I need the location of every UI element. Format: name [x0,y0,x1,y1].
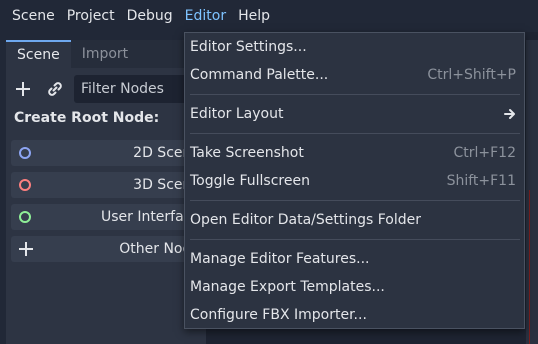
arrow-right-icon [504,109,515,119]
instance-scene-button[interactable] [42,74,68,104]
menu-item-configure-fbx-importer[interactable]: Configure FBX Importer... [185,301,524,329]
create-3d-scene-button[interactable]: 3D Scene [11,172,206,198]
menu-separator [190,200,520,201]
axis-line [529,190,530,344]
menu-separator [190,239,520,240]
menu-item-editor-layout[interactable]: Editor Layout [185,100,524,128]
scene-toolbar: Filter Nodes [6,74,206,104]
add-node-button[interactable] [10,74,36,104]
menu-item-manage-export-templates[interactable]: Manage Export Templates... [185,273,524,301]
scene-dock: Scene Import Filter Nodes Create Root No… [6,40,206,344]
node3d-icon [19,179,31,191]
menu-bar: Scene Project Debug Editor Help [0,0,538,32]
menu-item-shortcut: Ctrl+Shift+P [427,67,516,83]
menu-item-label: Editor Layout [190,106,284,122]
tab-import[interactable]: Import [71,40,139,68]
create-other-node-button[interactable]: Other Node [11,236,206,262]
tab-scene[interactable]: Scene [6,40,71,68]
menu-separator [190,94,520,95]
menu-editor[interactable]: Editor [179,0,232,32]
menu-item-label: Toggle Fullscreen [190,173,310,189]
menu-item-command-palette[interactable]: Command Palette... Ctrl+Shift+P [185,61,524,89]
link-icon [48,82,62,96]
menu-item-take-screenshot[interactable]: Take Screenshot Ctrl+F12 [185,139,524,167]
control-icon [19,211,31,223]
create-root-node-title: Create Root Node: [14,110,160,126]
menu-item-label: Editor Settings... [190,39,307,55]
dock-tabs: Scene Import [6,40,139,68]
menu-separator [190,133,520,134]
menu-item-label: Manage Export Templates... [190,279,385,295]
menu-item-shortcut: Ctrl+F12 [453,145,516,161]
menu-item-toggle-fullscreen[interactable]: Toggle Fullscreen Shift+F11 [185,167,524,195]
menu-item-label: Command Palette... [190,67,329,83]
create-user-interface-button[interactable]: User Interface [11,204,206,230]
viewport-edge [526,40,538,344]
editor-menu-dropdown: Editor Settings... Command Palette... Ct… [184,32,525,329]
menu-item-open-editor-data-folder[interactable]: Open Editor Data/Settings Folder [185,206,524,234]
node2d-icon [19,147,31,159]
create-2d-scene-button[interactable]: 2D Scene [11,140,206,166]
menu-item-label: Configure FBX Importer... [190,307,367,323]
menu-debug[interactable]: Debug [121,0,179,32]
menu-item-label: Take Screenshot [190,145,304,161]
menu-scene[interactable]: Scene [0,0,61,32]
scene-dock-body: Filter Nodes Create Root Node: 2D Scene … [6,68,206,344]
menu-item-manage-editor-features[interactable]: Manage Editor Features... [185,245,524,273]
menu-item-label: Manage Editor Features... [190,251,370,267]
menu-item-shortcut: Shift+F11 [446,173,516,189]
menu-item-label: Open Editor Data/Settings Folder [190,212,422,228]
menu-item-editor-settings[interactable]: Editor Settings... [185,33,524,61]
plus-icon [16,82,30,96]
menu-project[interactable]: Project [61,0,121,32]
menu-help[interactable]: Help [232,0,276,32]
plus-icon [19,242,33,256]
